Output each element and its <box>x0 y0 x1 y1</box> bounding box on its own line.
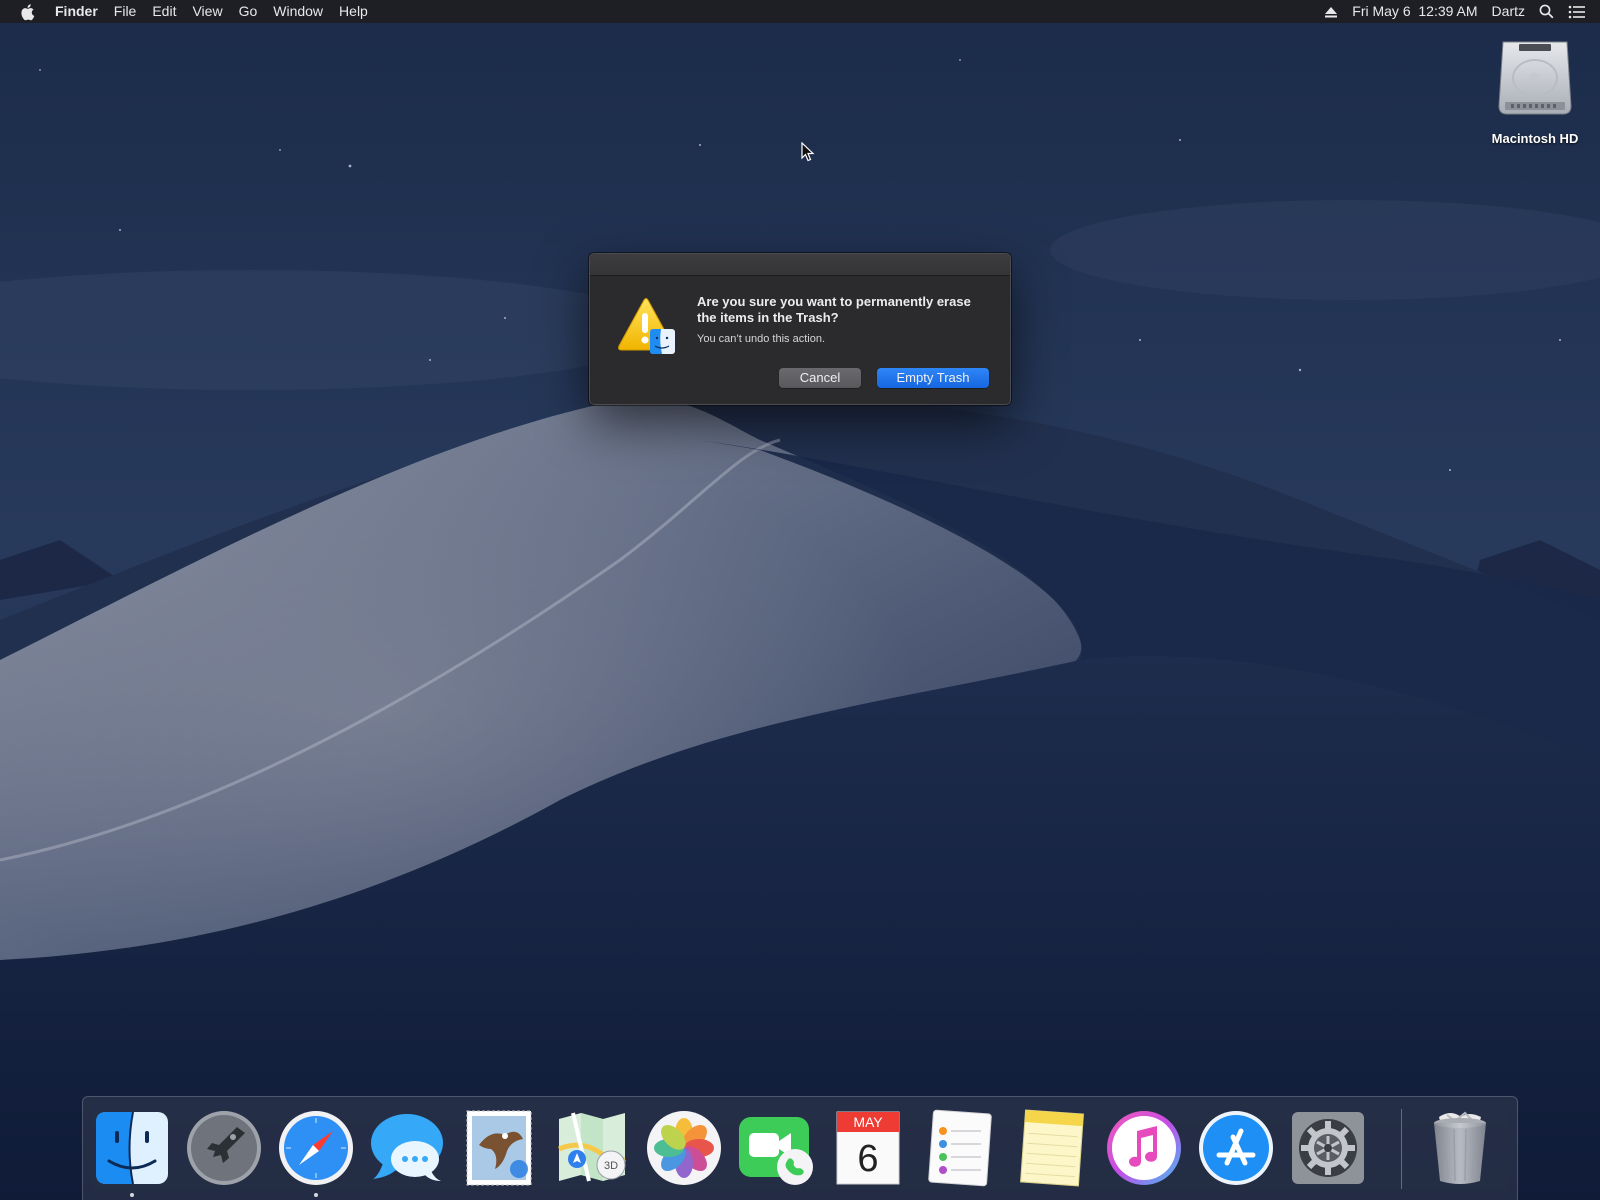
system-preferences-icon <box>1292 1112 1364 1184</box>
dock-item-messages[interactable] <box>369 1109 447 1187</box>
spotlight-search-icon[interactable] <box>1532 0 1561 23</box>
photos-icon <box>647 1111 721 1185</box>
menu-clock[interactable]: Fri May 6 12:39 AM <box>1345 0 1484 23</box>
running-indicator <box>314 1193 318 1197</box>
dialog-titlebar[interactable] <box>590 254 1010 276</box>
desktop-icon-macintosh-hd[interactable]: Macintosh HD <box>1480 38 1590 146</box>
menu-go[interactable]: Go <box>231 0 266 23</box>
mouse-pointer-icon <box>801 141 815 167</box>
eject-icon[interactable] <box>1317 0 1345 23</box>
dock-item-maps[interactable]: 3D <box>553 1109 631 1187</box>
menu-window[interactable]: Window <box>265 0 331 23</box>
launchpad-icon <box>187 1111 261 1185</box>
menu-app-name[interactable]: Finder <box>53 0 106 23</box>
messages-icon <box>371 1114 443 1181</box>
alert-message: Are you sure you want to permanently era… <box>697 294 971 325</box>
dock-item-trash[interactable] <box>1421 1109 1499 1187</box>
desktop-icon-label: Macintosh HD <box>1491 131 1579 146</box>
cancel-button[interactable]: Cancel <box>779 368 861 388</box>
calendar-day: 6 <box>857 1138 878 1180</box>
dock-item-mail[interactable] <box>461 1109 539 1187</box>
dock-item-facetime[interactable] <box>737 1109 815 1187</box>
menu-view[interactable]: View <box>184 0 230 23</box>
dock-item-calendar[interactable]: MAY 6 <box>829 1109 907 1187</box>
menu-user[interactable]: Dartz <box>1485 0 1532 23</box>
caution-finder-icon <box>615 296 677 358</box>
facetime-icon <box>739 1117 813 1185</box>
finder-icon <box>96 1111 168 1185</box>
mail-icon <box>466 1110 532 1186</box>
running-indicator <box>130 1193 134 1197</box>
menu-bar-status-area: Fri May 6 12:39 AM Dartz <box>1317 0 1600 23</box>
dock-item-finder[interactable] <box>93 1109 171 1187</box>
hard-drive-icon <box>1497 38 1573 123</box>
maps-3d-badge: 3D <box>604 1160 618 1172</box>
calendar-icon: MAY 6 <box>836 1111 900 1185</box>
menu-help[interactable]: Help <box>331 0 376 23</box>
dock-item-launchpad[interactable] <box>185 1109 263 1187</box>
dock-item-notes[interactable] <box>1013 1109 1091 1187</box>
empty-trash-alert-dialog: Are you sure you want to permanently era… <box>589 253 1011 405</box>
menu-bar: Finder File Edit View Go Window Help Fri… <box>0 0 1600 23</box>
app-store-icon <box>1199 1111 1273 1185</box>
dock-item-system-preferences[interactable] <box>1289 1109 1367 1187</box>
menu-file[interactable]: File <box>106 0 145 23</box>
maps-icon: 3D <box>558 1112 626 1182</box>
menu-edit[interactable]: Edit <box>144 0 184 23</box>
notes-icon <box>1020 1109 1084 1187</box>
safari-icon <box>279 1111 353 1185</box>
dock-item-safari[interactable] <box>277 1109 355 1187</box>
itunes-icon <box>1107 1111 1181 1185</box>
desktop-wallpaper <box>0 0 1600 1200</box>
calendar-month: MAY <box>853 1114 883 1130</box>
dock-divider <box>1401 1109 1402 1189</box>
apple-menu-icon[interactable] <box>17 2 39 22</box>
dock: 3D MAY 6 <box>82 1096 1518 1200</box>
empty-trash-button[interactable]: Empty Trash <box>877 368 989 388</box>
reminders-icon <box>928 1109 992 1187</box>
dock-item-itunes[interactable] <box>1105 1109 1183 1187</box>
alert-informative-text: You can’t undo this action. <box>697 333 826 345</box>
dock-item-app-store[interactable] <box>1197 1109 1275 1187</box>
dock-item-photos[interactable] <box>645 1109 723 1187</box>
dock-item-reminders[interactable] <box>921 1109 999 1187</box>
notification-center-icon[interactable] <box>1561 0 1600 23</box>
trash-full-icon <box>1434 1111 1486 1184</box>
